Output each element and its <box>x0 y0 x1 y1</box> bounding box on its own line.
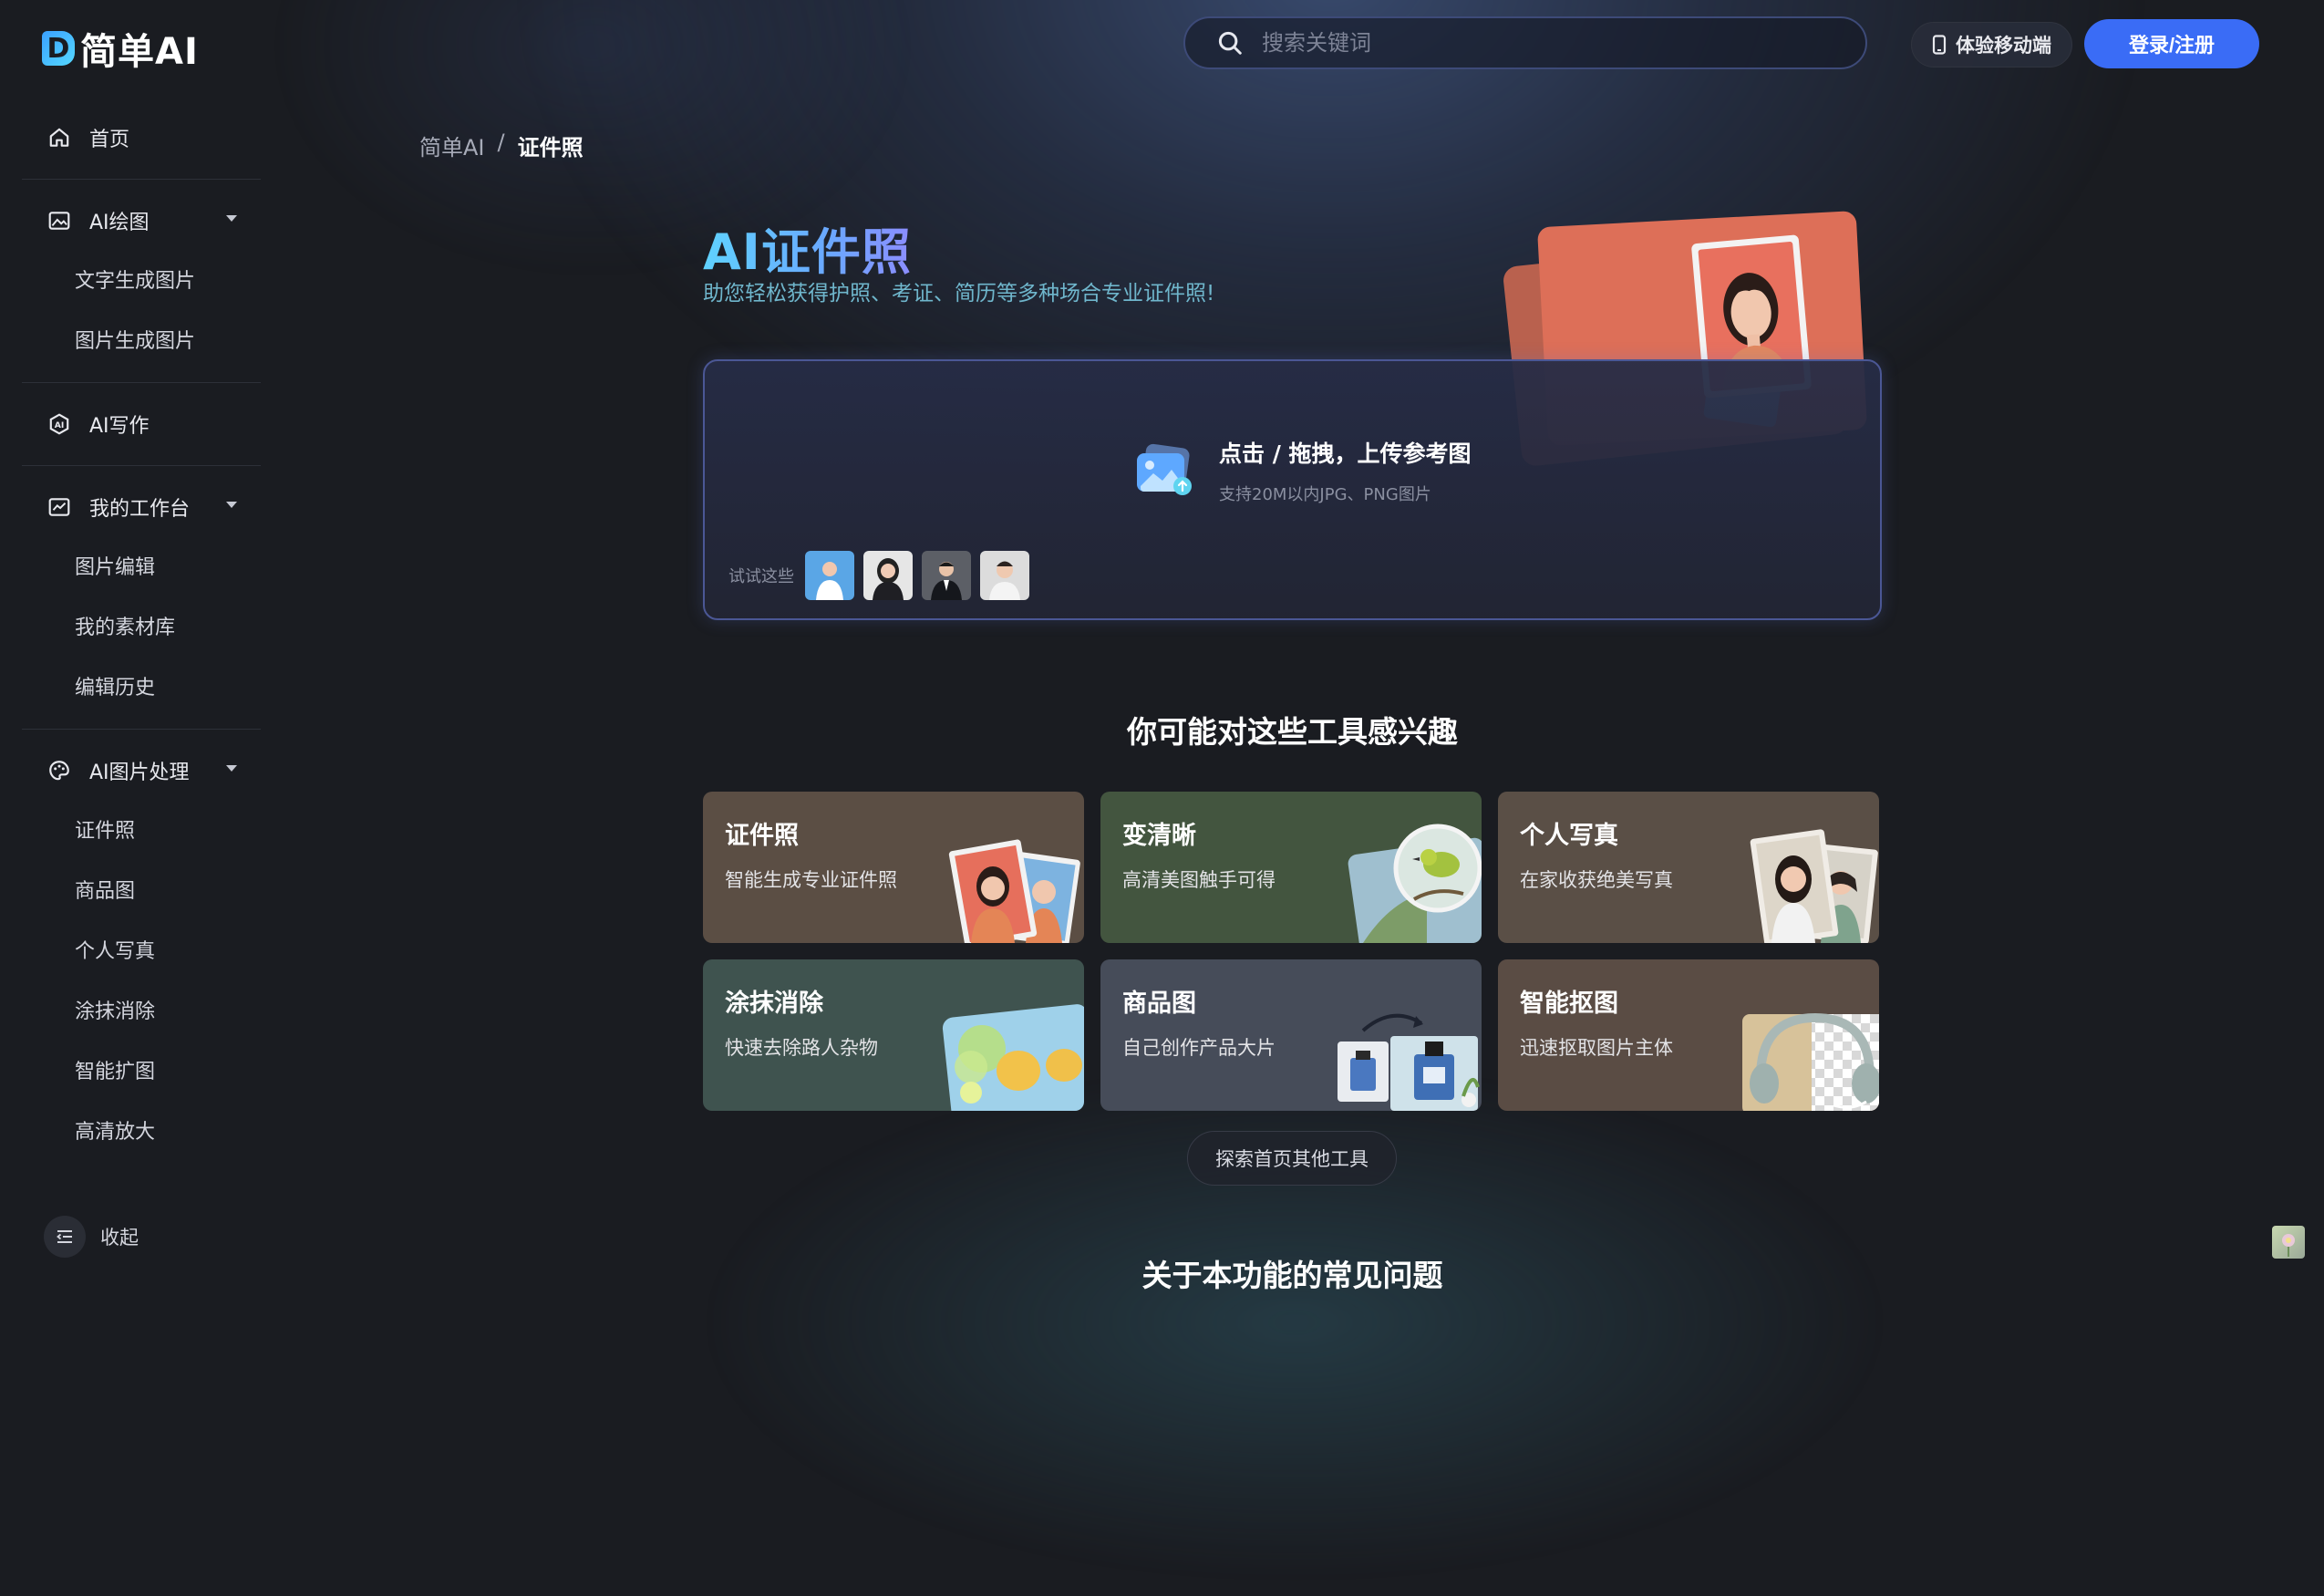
tool-card-erase[interactable]: 涂抹消除 快速去除路人杂物 <box>703 959 1084 1111</box>
workspace-icon <box>48 498 70 516</box>
collapse-sidebar-button[interactable]: 收起 <box>44 1216 139 1258</box>
svg-text:AI: AI <box>55 420 65 430</box>
try-samples-label: 试试这些 <box>728 567 794 586</box>
collapse-icon <box>44 1216 86 1258</box>
mobile-app-button[interactable]: 体验移动端 <box>1911 22 2072 67</box>
breadcrumb-separator: / <box>497 130 505 155</box>
sidebar-group-ai-image-processing[interactable]: AI图片处理 <box>22 742 261 799</box>
phone-icon <box>1932 35 1947 55</box>
search-icon <box>1218 31 1242 55</box>
sidebar-item-label: 首页 <box>89 129 130 151</box>
sidebar: 首页 AI绘图 文字生成图片 图片生成图片 AI AI写作 我的工作台 图片编辑… <box>22 109 261 1160</box>
tool-grid: 证件照 智能生成专业证件照 变清晰 高清美图触手可得 个人写真 在家收获绝美写真… <box>703 792 1882 1111</box>
sidebar-divider <box>22 179 261 180</box>
sidebar-item-edit-history[interactable]: 编辑历史 <box>22 656 261 716</box>
sample-thumbnail[interactable] <box>863 551 913 600</box>
home-icon <box>49 128 69 147</box>
sidebar-item-label: AI写作 <box>89 415 150 438</box>
upload-dropzone[interactable]: 点击 / 拖拽，上传参考图 支持20M以内JPG、PNG图片 试试这些 <box>703 359 1882 620</box>
headphones-cutout-thumbnail-icon <box>1742 1012 1879 1111</box>
sample-images: 试试这些 <box>728 551 1029 600</box>
sidebar-divider <box>22 382 261 383</box>
sidebar-item-my-assets[interactable]: 我的素材库 <box>22 596 261 656</box>
caret-down-icon <box>226 502 237 508</box>
tool-card-cutout[interactable]: 智能抠图 迅速抠取图片主体 <box>1498 959 1879 1111</box>
collapse-label: 收起 <box>100 1227 139 1249</box>
sidebar-item-expand[interactable]: 智能扩图 <box>22 1040 261 1100</box>
explore-more-tools-button[interactable]: 探索首页其他工具 <box>1187 1131 1397 1186</box>
sidebar-item-upscale[interactable]: 高清放大 <box>22 1100 261 1160</box>
caret-down-icon <box>226 765 237 772</box>
product-thumbnail-icon <box>1338 1013 1480 1111</box>
sidebar-item-erase[interactable]: 涂抹消除 <box>22 979 261 1040</box>
sample-thumbnail[interactable] <box>922 551 971 600</box>
sidebar-group-label: 我的工作台 <box>89 498 191 521</box>
sidebar-item-home[interactable]: 首页 <box>22 109 261 166</box>
sidebar-item-text-to-image[interactable]: 文字生成图片 <box>22 249 261 309</box>
image-icon <box>48 212 70 230</box>
sidebar-divider <box>22 729 261 730</box>
page-subtitle: 助您轻松获得护照、考证、简历等多种场合专业证件照! <box>703 282 1215 306</box>
palette-icon <box>49 761 69 781</box>
upload-image-icon <box>1137 443 1192 495</box>
upload-hint: 支持20M以内JPG、PNG图片 <box>1219 485 1431 504</box>
tool-card-portrait[interactable]: 个人写真 在家收获绝美写真 <box>1498 792 1879 943</box>
bird-sharpen-thumbnail-icon <box>1348 824 1482 943</box>
sidebar-group-ai-drawing[interactable]: AI绘图 <box>22 192 261 249</box>
id-photo-thumbnail-icon <box>948 839 1080 943</box>
upload-prompt[interactable]: 点击 / 拖拽，上传参考图 支持20M以内JPG、PNG图片 <box>1133 436 1472 505</box>
sidebar-item-image-to-image[interactable]: 图片生成图片 <box>22 309 261 369</box>
mobile-app-label: 体验移动端 <box>1956 35 2051 57</box>
search-input[interactable] <box>1260 29 1807 57</box>
ai-writing-icon: AI <box>49 413 69 435</box>
upload-title: 点击 / 拖拽，上传参考图 <box>1219 440 1472 467</box>
sample-thumbnail[interactable] <box>805 551 854 600</box>
portrait-thumbnail-icon <box>1750 829 1878 943</box>
sample-thumbnail[interactable] <box>980 551 1029 600</box>
caret-down-icon <box>226 215 237 222</box>
tool-card-id-photo[interactable]: 证件照 智能生成专业证件照 <box>703 792 1084 943</box>
page-title: AI证件照 <box>703 212 912 284</box>
sidebar-item-portrait[interactable]: 个人写真 <box>22 919 261 979</box>
sidebar-item-product-image[interactable]: 商品图 <box>22 859 261 919</box>
logo-text: 简单AI <box>80 31 199 73</box>
breadcrumb: 简单AI / 证件照 <box>419 130 584 161</box>
sidebar-item-ai-writing[interactable]: AI AI写作 <box>22 396 261 452</box>
erase-thumbnail-icon <box>942 1004 1084 1111</box>
recommended-tools-title: 你可能对这些工具感兴趣 <box>1127 714 1458 750</box>
sidebar-group-workspace[interactable]: 我的工作台 <box>22 479 261 535</box>
search-bar[interactable] <box>1183 16 1867 69</box>
tool-card-product[interactable]: 商品图 自己创作产品大片 <box>1100 959 1482 1111</box>
logo-mark-icon: D <box>42 31 75 66</box>
logo[interactable]: D 简单AI <box>42 22 199 75</box>
flower-icon <box>2282 1234 2295 1257</box>
faq-title: 关于本功能的常见问题 <box>1141 1258 1443 1293</box>
breadcrumb-root[interactable]: 简单AI <box>419 130 485 161</box>
tool-card-sharpen[interactable]: 变清晰 高清美图触手可得 <box>1100 792 1482 943</box>
sidebar-divider <box>22 465 261 466</box>
login-register-button[interactable]: 登录/注册 <box>2084 19 2259 68</box>
sidebar-item-id-photo[interactable]: 证件照 <box>22 799 261 859</box>
sidebar-group-label: AI图片处理 <box>89 762 190 784</box>
sidebar-group-label: AI绘图 <box>89 212 150 234</box>
floating-thumbnail[interactable] <box>2272 1226 2305 1259</box>
sidebar-item-image-edit[interactable]: 图片编辑 <box>22 535 261 596</box>
breadcrumb-current: 证件照 <box>517 135 584 161</box>
